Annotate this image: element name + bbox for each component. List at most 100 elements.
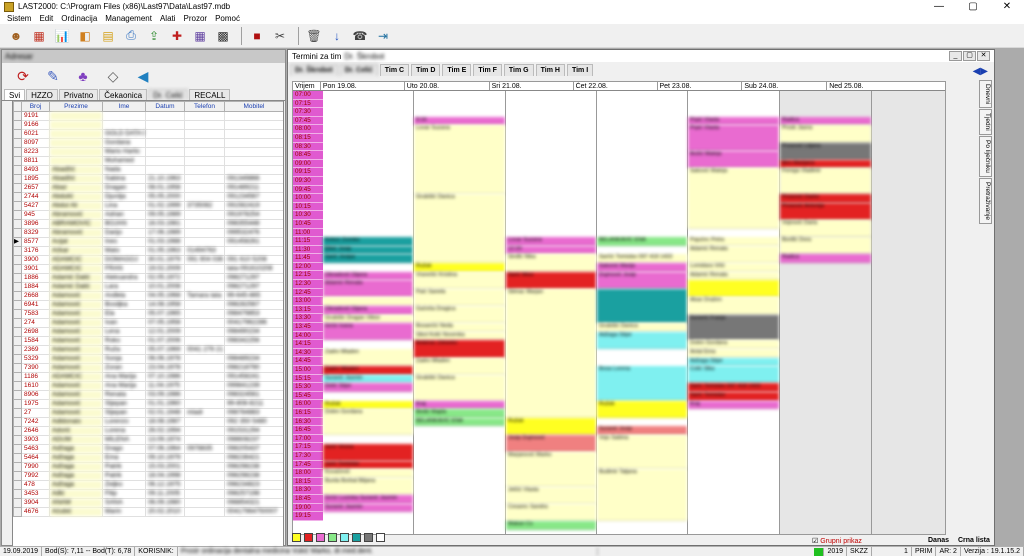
- day-header[interactable]: Ned 25.08.: [827, 82, 945, 90]
- table-row[interactable]: 478 Adžaga Željko 06.12.1975 098234823: [13, 480, 283, 490]
- table-row[interactable]: 3901 ADAMČIĆ FRAN 19.02.2009 tata-091610208: [13, 264, 283, 274]
- grid-cell[interactable]: [145, 138, 185, 148]
- appointment[interactable]: Grčić Lozinka Šuranić Jasmin: [323, 495, 413, 504]
- appointment[interactable]: Prpić Vlasta: [688, 125, 779, 152]
- tab-tim-g[interactable]: Tim G: [503, 64, 534, 76]
- grid-cell[interactable]: [224, 345, 283, 355]
- book-icon[interactable]: ■: [247, 27, 267, 45]
- grid-cell[interactable]: 12.01.2009: [145, 327, 185, 337]
- tab-team-1[interactable]: Dr. Škrobot: [290, 64, 338, 76]
- grid-cell[interactable]: Ruža: [102, 345, 146, 355]
- grid-cell[interactable]: ADAMČIĆ: [49, 372, 103, 382]
- grid-cell[interactable]: Stjepan: [102, 399, 146, 409]
- table-row[interactable]: 3900 ADAMČIĆ DOMAGOJ 30.01.1979 091 904 036 0…: [13, 255, 283, 265]
- grid-cell[interactable]: 3903: [21, 435, 50, 445]
- medical-icon[interactable]: ✚: [167, 27, 187, 45]
- appointment[interactable]: Šarčić Tomislav 097 418 1433: [597, 254, 687, 263]
- grid-cell[interactable]: Dragan: [102, 183, 146, 193]
- appointment[interactable]: Cesarec Sandra: [506, 503, 596, 521]
- grid-cell[interactable]: 01.03.1988: [145, 237, 185, 247]
- appointment[interactable]: Alsar Dražen: [688, 297, 779, 315]
- appointment[interactable]: Antal Ema: [688, 349, 779, 358]
- table-row[interactable]: 7390 Adamović Zoran 23.04.1978 098218790: [13, 363, 283, 373]
- grid-cell[interactable]: 2646: [21, 426, 50, 436]
- grid-cell[interactable]: Adamović: [49, 363, 103, 373]
- grid-cell[interactable]: 00417962286: [224, 318, 283, 328]
- table-row[interactable]: 9166: [13, 120, 283, 130]
- grid-cell[interactable]: tata-091610208: [224, 264, 283, 274]
- grid-cell[interactable]: [184, 147, 225, 157]
- grid-cell[interactable]: Adamović: [49, 336, 103, 346]
- grid-cell[interactable]: [184, 435, 225, 445]
- appointment[interactable]: Grubišić Danica: [597, 323, 687, 332]
- grid-cell[interactable]: 99-645-865: [224, 291, 283, 301]
- day-column[interactable]: 9:16 Lovar Suzana Grubišić Danica Ružak Vran…: [414, 91, 506, 534]
- grid-cell[interactable]: 0978835: [184, 444, 225, 454]
- export-icon[interactable]: ⇪: [144, 27, 164, 45]
- appointment[interactable]: Adamić Renata: [323, 280, 413, 298]
- grid-cell[interactable]: Acijal: [49, 237, 103, 247]
- grid-cell[interactable]: [145, 147, 185, 157]
- table-row[interactable]: 1610 Adamović Ana Marija 11.04.1975 09984123…: [13, 381, 283, 391]
- grid-cell[interactable]: 091458241: [224, 372, 283, 382]
- grid-cell[interactable]: 03.09.1986: [145, 390, 185, 400]
- grid-cell[interactable]: [184, 327, 225, 337]
- grid-cell[interactable]: Tamara tata: [184, 291, 225, 301]
- table-row[interactable]: 5463 Adžaga Drago 07.06.1964 0978835 09820543…: [13, 444, 283, 454]
- appointment[interactable]: Prosović Antonija: [780, 202, 871, 220]
- table-row[interactable]: 1584 Adamović Roko 01.07.2006 098342256: [13, 336, 283, 346]
- appointment[interactable]: Gačeša Dragica: [414, 306, 505, 324]
- grid-cell[interactable]: 18.08.1987: [145, 417, 185, 427]
- table-row[interactable]: 1975 Adamović Stjepan 01.01.1960 99-808-8211: [13, 399, 283, 409]
- grid-cell[interactable]: Darijo: [102, 228, 146, 238]
- grid-cell[interactable]: [184, 372, 225, 382]
- grid-cell[interactable]: [184, 237, 225, 247]
- grid-cell[interactable]: [184, 363, 225, 373]
- tab-tim-i[interactable]: Tim I: [566, 64, 594, 76]
- appointment[interactable]: Dolen Gordana: [323, 409, 413, 435]
- side-tab-dnevni[interactable]: Dnevni: [979, 80, 992, 109]
- grid-cell[interactable]: 01.02.1999: [145, 201, 185, 211]
- appointment[interactable]: Bosančić Neda: [414, 323, 505, 332]
- appointment[interactable]: [688, 280, 779, 298]
- appointment[interactable]: Lovar Suzana: [506, 237, 596, 246]
- patients-icon[interactable]: ☻: [6, 27, 26, 45]
- grid-cell[interactable]: Sonja: [102, 354, 146, 364]
- grid-cell[interactable]: 06.06.1978: [145, 354, 185, 364]
- grid-cell[interactable]: [184, 156, 225, 166]
- grid-cell[interactable]: Lina: [102, 201, 146, 211]
- grid-cell[interactable]: 30.01.1979: [145, 255, 185, 265]
- day-header[interactable]: Uto 20.08.: [405, 82, 490, 90]
- grid-cell[interactable]: Adžaga: [49, 480, 103, 490]
- grid-cell[interactable]: Adldonaio: [49, 417, 103, 427]
- appointment[interactable]: Sinđić Nika: [506, 254, 596, 272]
- appointment[interactable]: BELANKAVIĆ ENA: [597, 237, 687, 246]
- day-column[interactable]: BELANKAVIĆ ENA Šarčić Tomislav 097 418 14…: [597, 91, 688, 534]
- grid-cell[interactable]: Lena: [102, 327, 146, 337]
- table-row[interactable]: 5329 Adamović Sonja 06.06.1978 098489234: [13, 354, 283, 364]
- appointment[interactable]: Šarić Tomislav: [688, 392, 779, 401]
- grid-cell[interactable]: [224, 147, 283, 157]
- grid-cell[interactable]: 091489211: [224, 183, 283, 193]
- grid-cell[interactable]: 9166: [21, 120, 50, 130]
- appointment[interactable]: Lovar Suzana: [414, 125, 505, 195]
- grid-cell[interactable]: [184, 210, 225, 220]
- grid-cell[interactable]: Željko: [102, 480, 146, 490]
- side-tab-tjedni[interactable]: Tjedni: [979, 109, 992, 135]
- table-row[interactable]: 6021 GOLD DATA D: [13, 129, 283, 139]
- grid-cell[interactable]: Adamić Dalić: [49, 273, 103, 283]
- grid-cell[interactable]: 01.01.1960: [145, 399, 185, 409]
- table-row[interactable]: 3896 ABRAMOVIĆ BOJAN 16.03.1981 098355448: [13, 219, 283, 229]
- appointment[interactable]: Ružak: [506, 417, 596, 435]
- col-mobitel[interactable]: Mobitel: [224, 101, 283, 112]
- grid-cell[interactable]: Adorić: [49, 426, 103, 436]
- grid-cell[interactable]: 098236421: [224, 453, 283, 463]
- col-broj[interactable]: Broj: [21, 101, 50, 112]
- grid-cell[interactable]: 091562419: [224, 201, 283, 211]
- grid-cell[interactable]: 098298238: [224, 462, 283, 472]
- grid-cell[interactable]: ABRAMOVIĆ: [49, 219, 103, 229]
- grid-cell[interactable]: Bosiljka: [102, 300, 146, 310]
- color-swatch[interactable]: [340, 533, 349, 542]
- color-swatch[interactable]: [328, 533, 337, 542]
- grid-cell[interactable]: 099841239: [224, 381, 283, 391]
